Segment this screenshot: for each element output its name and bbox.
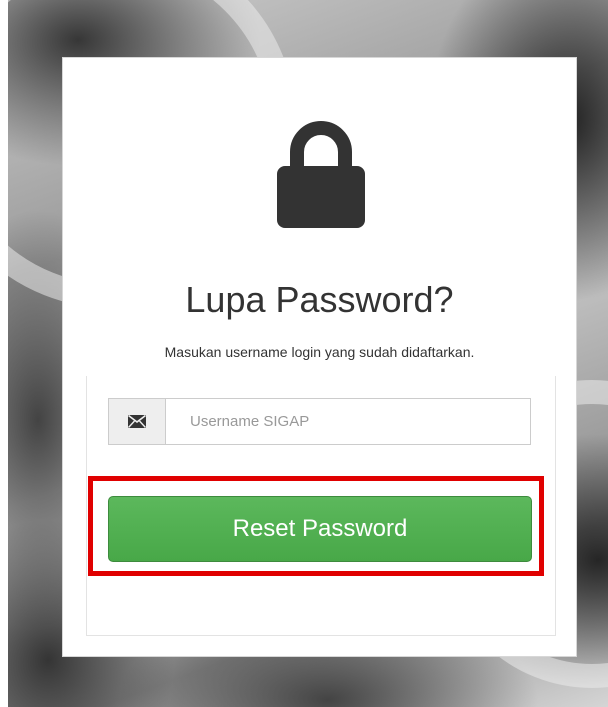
lock-icon bbox=[277, 121, 365, 228]
username-input[interactable] bbox=[165, 398, 531, 445]
page-title: Lupa Password? bbox=[185, 279, 454, 320]
envelope-icon bbox=[108, 398, 165, 445]
username-input-group bbox=[108, 398, 531, 445]
forgot-password-card: Lupa Password? Masukan username login ya… bbox=[62, 57, 577, 657]
reset-password-button[interactable]: Reset Password bbox=[108, 496, 532, 562]
page-subtitle: Masukan username login yang sudah didaft… bbox=[164, 344, 475, 360]
